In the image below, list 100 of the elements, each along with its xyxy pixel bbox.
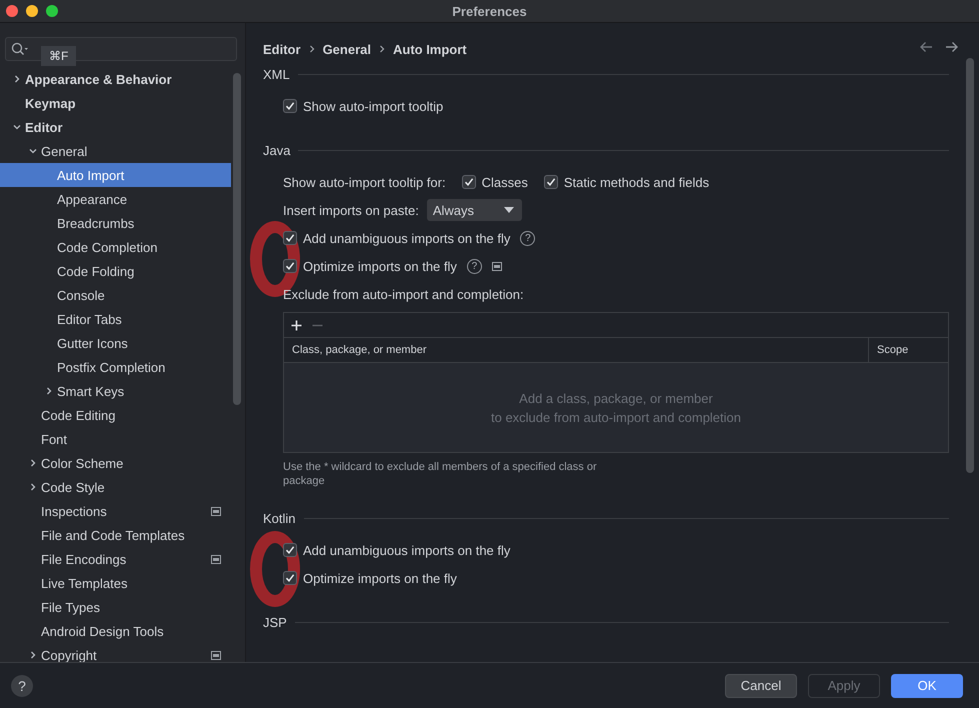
chevron-right-icon[interactable] <box>12 74 22 84</box>
tree-item[interactable]: Code Style <box>0 475 231 499</box>
tree-item-label: Keymap <box>25 96 76 110</box>
tree-item[interactable]: Android Design Tools <box>0 619 231 643</box>
tree-item[interactable]: Appearance & Behavior <box>0 67 231 91</box>
checkbox-label[interactable]: Add unambiguous imports on the fly <box>303 230 510 246</box>
tree-item-label: Code Editing <box>41 408 116 422</box>
checkbox[interactable] <box>283 543 297 557</box>
check-icon <box>285 573 295 583</box>
tree-item-label: Smart Keys <box>57 384 124 398</box>
chevron-right-icon[interactable] <box>28 482 38 492</box>
add-icon[interactable] <box>291 320 302 330</box>
tree-item[interactable]: Editor Tabs <box>0 307 231 331</box>
tree-item-label: File Types <box>41 600 100 614</box>
help-button[interactable]: ? <box>11 674 33 696</box>
checkbox-label[interactable]: Show auto-import tooltip <box>303 98 444 114</box>
checkbox-label[interactable]: Add unambiguous imports on the fly <box>303 542 510 558</box>
tree-item[interactable]: Breadcrumbs <box>0 211 231 235</box>
hint-text: Use the * wildcard to exclude all members of a specified class or package <box>282 460 598 488</box>
checkbox[interactable] <box>283 571 297 585</box>
tree-item[interactable]: Code Editing <box>0 403 231 427</box>
check-icon <box>285 101 295 111</box>
checkbox[interactable] <box>544 175 558 189</box>
chevron-right-icon[interactable] <box>28 650 38 660</box>
tree-item[interactable]: File Encodings <box>0 547 231 571</box>
tree-item-label: Breadcrumbs <box>57 216 134 230</box>
tree-item-label: Code Completion <box>57 240 158 254</box>
forward-arrow-icon[interactable] <box>945 41 959 53</box>
chevron-down-icon[interactable] <box>28 146 38 156</box>
empty-state-text: Add a class, package, or member <box>519 390 713 406</box>
minimize-button[interactable] <box>26 5 38 17</box>
checkbox[interactable] <box>283 231 297 245</box>
tree-item[interactable]: Console <box>0 283 231 307</box>
tree-item[interactable]: Color Scheme <box>0 451 231 475</box>
tree-item-label: File and Code Templates <box>41 528 185 542</box>
window-title: Preferences <box>452 4 527 18</box>
tree-item-label: Gutter Icons <box>57 336 128 350</box>
tree-item[interactable]: File Types <box>0 595 231 619</box>
checkbox-label[interactable]: Optimize imports on the fly <box>303 258 457 274</box>
tree-item[interactable]: Smart Keys <box>0 379 231 403</box>
check-icon <box>464 177 474 187</box>
field-label: Insert imports on paste: <box>283 202 419 218</box>
tree-item[interactable]: Auto Import <box>0 163 231 187</box>
tree-item[interactable]: Appearance <box>0 187 231 211</box>
breadcrumb[interactable]: Editor <box>263 42 301 56</box>
tree-item-label: Code Style <box>41 480 105 494</box>
tree-item-label: Appearance & Behavior <box>25 72 172 86</box>
column-header[interactable]: Scope <box>869 344 948 356</box>
tree-item-label: Live Templates <box>41 576 128 590</box>
tree-item[interactable]: Live Templates <box>0 571 231 595</box>
tree-item-label: Auto Import <box>57 168 124 182</box>
chevron-down-icon[interactable] <box>12 122 22 132</box>
tree-item[interactable]: Keymap <box>0 91 231 115</box>
tree-item-label: Postfix Completion <box>57 360 166 374</box>
tree-item-label: Console <box>57 288 105 302</box>
chevron-right-icon <box>378 45 385 53</box>
tree-item-label: Editor Tabs <box>57 312 122 326</box>
checkbox-label[interactable]: Classes <box>482 174 528 190</box>
help-icon[interactable]: ? <box>520 230 536 246</box>
tree-item-label: Android Design Tools <box>41 624 164 638</box>
close-button[interactable] <box>6 5 18 17</box>
scrollbar[interactable] <box>233 73 241 405</box>
tree-item-label: Code Folding <box>57 264 134 278</box>
tree-item[interactable]: Editor <box>0 115 231 139</box>
field-label: Show auto-import tooltip for: <box>283 174 446 190</box>
tree-item[interactable]: Code Folding <box>0 259 231 283</box>
tree-item[interactable]: General <box>0 139 231 163</box>
chevron-right-icon <box>308 45 315 53</box>
tree-item[interactable]: Font <box>0 427 231 451</box>
chevron-right-icon[interactable] <box>28 458 38 468</box>
empty-state-text: to exclude from auto-import and completion <box>490 410 741 424</box>
tree-item-label: Inspections <box>41 504 107 518</box>
dropdown[interactable]: Always <box>426 199 522 221</box>
chevron-right-icon[interactable] <box>44 386 54 396</box>
breadcrumb[interactable]: Auto Import <box>392 42 467 56</box>
section-title: Java <box>263 142 290 158</box>
checkbox[interactable] <box>283 259 297 273</box>
tree-item-label: Color Scheme <box>41 456 124 470</box>
breadcrumb[interactable]: General <box>322 42 371 56</box>
zoom-button[interactable] <box>46 5 58 17</box>
tree-item[interactable]: File and Code Templates <box>0 523 231 547</box>
tree-item[interactable]: Copyright <box>0 643 231 662</box>
back-arrow-icon[interactable] <box>919 41 933 53</box>
section-title: XML <box>263 66 290 82</box>
tree-item[interactable]: Gutter Icons <box>0 331 231 355</box>
tree-item-label: Copyright <box>41 648 97 662</box>
scrollbar[interactable] <box>966 58 974 473</box>
checkbox-label[interactable]: Static methods and fields <box>564 174 710 190</box>
checkbox[interactable] <box>462 175 476 189</box>
search-field[interactable] <box>5 37 237 61</box>
field-label: Exclude from auto-import and completion: <box>283 286 524 302</box>
help-icon[interactable]: ? <box>466 258 482 274</box>
tree-item-label: Appearance <box>57 192 128 206</box>
tree-item[interactable]: Postfix Completion <box>0 355 231 379</box>
checkbox[interactable] <box>283 99 297 113</box>
column-header[interactable]: Class, package, or member <box>284 338 869 362</box>
checkbox-label[interactable]: Optimize imports on the fly <box>303 570 457 586</box>
dialog-button[interactable]: Cancel <box>725 674 797 698</box>
tree-item[interactable]: Code Completion <box>0 235 231 259</box>
tree-item[interactable]: Inspections <box>0 499 231 523</box>
